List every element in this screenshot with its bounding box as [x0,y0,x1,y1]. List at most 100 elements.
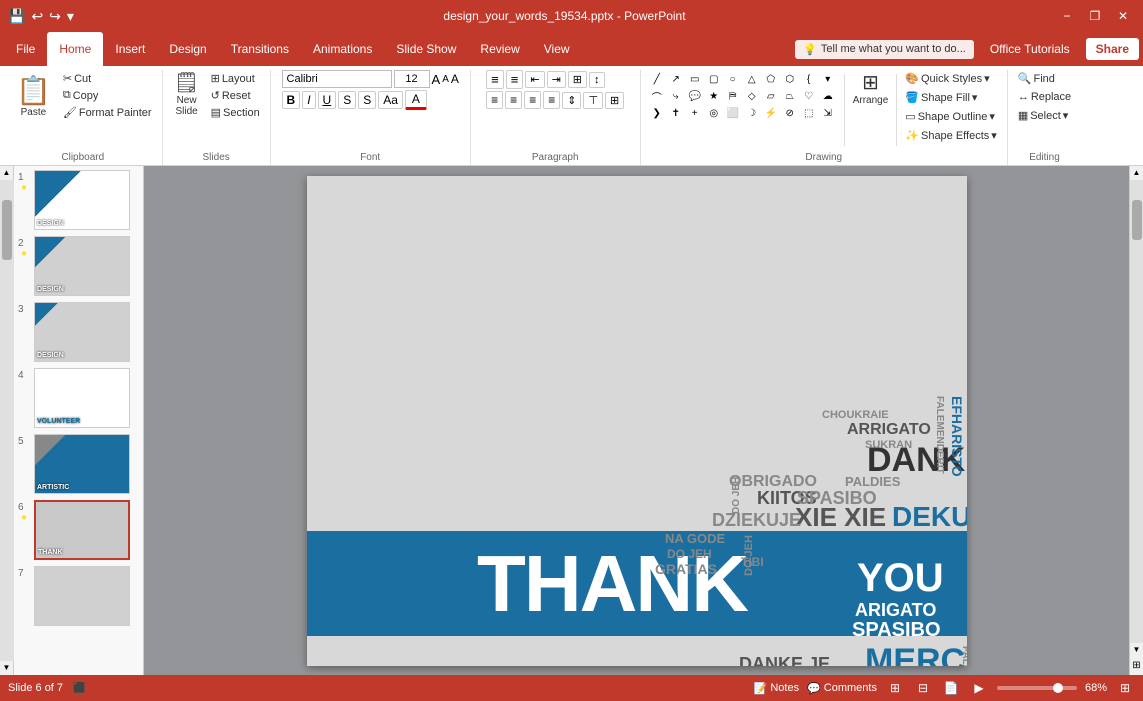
menu-design[interactable]: Design [157,32,218,66]
slide-sorter-button[interactable]: ⊟ [913,678,933,698]
zoom-slider[interactable] [997,686,1077,690]
close-button[interactable]: ✕ [1111,6,1135,26]
strikethrough-button[interactable]: S [338,91,356,109]
reset-button[interactable]: ↺ Reset [207,87,264,104]
shape-no[interactable]: ⊘ [782,106,798,120]
menu-slideshow[interactable]: Slide Show [384,32,468,66]
slide-thumb-3[interactable]: 3 ★ DESIGN [18,302,139,362]
scroll-up-button[interactable]: ▲ [0,166,14,180]
comments-button[interactable]: 💬 Comments [807,682,877,695]
zoom-thumb[interactable] [1053,683,1063,693]
paste-button[interactable]: 📋 Paste [10,70,57,122]
clear-format-button[interactable]: A [451,72,459,86]
menu-view[interactable]: View [532,32,582,66]
shape-triangle[interactable]: △ [744,72,760,86]
fit-slide-button[interactable]: ⊞ [1115,678,1135,698]
menu-home[interactable]: Home [47,32,103,66]
slide-thumb-1[interactable]: 1 ★ DESIGN [18,170,139,230]
new-slide-button[interactable]: 🗒 NewSlide [169,70,205,120]
normal-view-button[interactable]: ⊞ [885,678,905,698]
slide-thumb-4[interactable]: 4 ★ VOLUNTEER [18,368,139,428]
indent-more-button[interactable]: ⇥ [547,71,566,88]
align-center-button[interactable]: ≡ [505,91,522,109]
italic-button[interactable]: I [302,91,315,109]
shape-cube[interactable]: ⬚ [801,106,817,120]
columns-button[interactable]: ⊞ [568,71,587,88]
font-color-button[interactable]: A [405,90,427,110]
shape-hex[interactable]: ⬡ [782,72,798,86]
change-case-button[interactable]: Aa [378,91,403,109]
menu-insert[interactable]: Insert [103,32,157,66]
shape-ring[interactable]: ◎ [706,106,722,120]
menu-review[interactable]: Review [468,32,531,66]
shape-pentagon[interactable]: ⬠ [763,72,779,86]
layout-button[interactable]: ⊞ Layout [207,70,264,87]
shape-circle[interactable]: ○ [725,72,741,86]
shape-cross[interactable]: ✝ [668,106,684,120]
copy-button[interactable]: ⧉ Copy [59,87,156,104]
shape-connector[interactable]: ⤷ [668,89,684,103]
shape-banner[interactable]: ⛿ [725,89,741,103]
justify-button[interactable]: ≡ [543,91,560,109]
format-painter-button[interactable]: 🖌 Format Painter [59,104,156,121]
share-button[interactable]: Share [1086,38,1139,60]
notes-button[interactable]: 📝 Notes [754,682,799,695]
numbering-button[interactable]: ≡ [506,70,524,89]
shape-moon[interactable]: ☽ [744,106,760,120]
bullets-button[interactable]: ≡ [486,70,504,89]
restore-button[interactable]: ❐ [1083,6,1107,26]
indent-less-button[interactable]: ⇤ [525,71,544,88]
shape-para[interactable]: ▱ [763,89,779,103]
shape-fill-button[interactable]: 🪣 Shape Fill ▾ [901,89,1001,106]
scroll-up-right-button[interactable]: ▲ [1130,166,1143,180]
text-shadow-button[interactable]: S [358,91,376,109]
slideshow-button[interactable]: ▶ [969,678,989,698]
slide-thumb-5[interactable]: 5 ★ ARTISTIC [18,434,139,494]
section-button[interactable]: ▤ Section [207,104,264,121]
shape-brace[interactable]: { [801,72,817,86]
decrease-font-button[interactable]: A [442,74,449,85]
shape-rect[interactable]: ▭ [687,72,703,86]
shape-plus[interactable]: + [687,106,703,120]
increase-font-button[interactable]: A [432,72,441,87]
menu-file[interactable]: File [4,32,47,66]
scroll-down-right-button[interactable]: ▼ [1130,643,1143,657]
cut-button[interactable]: ✂ Cut [59,70,156,87]
shape-trap[interactable]: ⏢ [782,89,798,103]
shape-diamond[interactable]: ◇ [744,89,760,103]
menu-animations[interactable]: Animations [301,32,384,66]
shape-chevron[interactable]: ❯ [649,106,665,120]
shape-arrow[interactable]: ↗ [668,72,684,86]
slide-thumb-7[interactable]: 7 ★ [18,566,139,626]
shape-outline-button[interactable]: ▭ Shape Outline ▾ [901,108,1001,125]
office-tutorials-link[interactable]: Office Tutorials [982,42,1078,56]
shape-more[interactable]: ▾ [820,72,836,86]
scroll-thumb-right[interactable] [1132,200,1142,240]
arrange-button[interactable]: ⊞ Arrange [849,70,893,109]
shape-line[interactable]: ╱ [649,72,665,86]
undo-icon[interactable]: ↩ [31,8,43,25]
underline-button[interactable]: U [318,91,337,109]
bold-button[interactable]: B [282,91,301,109]
save-icon[interactable]: 💾 [8,8,25,25]
tell-me-input[interactable]: 💡 Tell me what you want to do... [795,40,974,59]
align-text-button[interactable]: ⊤ [583,92,603,109]
align-left-button[interactable]: ≡ [486,91,503,109]
shape-frame[interactable]: ⬜ [725,106,741,120]
font-name-input[interactable] [282,70,392,88]
replace-button[interactable]: ↔ Replace [1014,89,1075,105]
quick-styles-button[interactable]: 🎨 Quick Styles ▾ [901,70,1001,87]
shape-bolt[interactable]: ⚡ [763,106,779,120]
redo-icon[interactable]: ↪ [49,8,61,25]
shape-cloud[interactable]: ☁ [820,89,836,103]
text-direction-button[interactable]: ⇕ [562,92,581,109]
slide-thumb-2[interactable]: 2 ★ DESIGN [18,236,139,296]
slide-container[interactable]: THANK YOU ARIGATO SPASIBO DANKIE ASANTE … [307,176,967,666]
select-button[interactable]: ▦ Select ▾ [1014,107,1073,124]
align-right-button[interactable]: ≡ [524,91,541,109]
fit-page-button[interactable]: ⊞ [1130,659,1143,673]
shape-curve[interactable]: ⌒ [649,89,665,103]
shape-callout[interactable]: 💬 [687,89,703,103]
minimize-button[interactable]: − [1055,6,1079,26]
smartart-button[interactable]: ⊞ [605,92,624,109]
